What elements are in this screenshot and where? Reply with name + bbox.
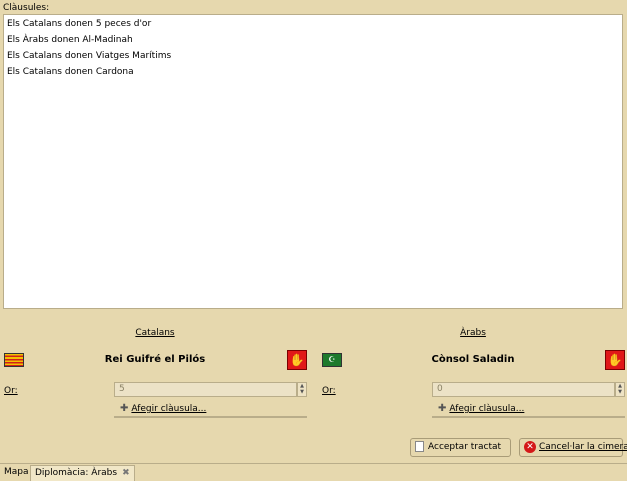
tab-map[interactable]: Mapa [0,465,33,481]
close-icon[interactable]: ✖ [122,468,130,478]
add-clause-label: Afegir clàusula... [131,404,207,414]
arab-flag-icon: ☪ [322,353,342,367]
catalan-flag-icon [4,353,24,367]
tab-label: Mapa [4,467,29,477]
right-nation-name: Àrabs [460,328,486,338]
left-add-clause-button[interactable]: ✚ Afegir clàusula... [114,401,307,418]
right-gold-label: Or: [322,386,336,396]
right-leader-name: Cònsol Saladin [431,354,515,365]
cancel-summit-button[interactable]: ✕ Cancel·lar la cimera [519,438,627,457]
list-item[interactable]: Els Catalans donen Viatges Marítims [4,48,622,64]
clauses-list[interactable]: Els Catalans donen 5 peces d'or Els Àrab… [3,14,623,309]
tab-label: Diplomàcia: Àrabs [35,468,118,478]
list-item[interactable]: Els Catalans donen Cardona [4,64,622,80]
plus-icon: ✚ [438,403,447,414]
accept-treaty-button[interactable]: Acceptar tractat [410,438,511,457]
thumbs-down-icon: ✋ [605,350,625,370]
plus-icon: ✚ [120,403,129,414]
right-add-clause-button[interactable]: ✚ Afegir clàusula... [432,401,625,418]
list-item[interactable]: Els Àrabs donen Al-Madinah [4,32,622,48]
cancel-icon: ✕ [524,440,536,453]
list-item[interactable]: Els Catalans donen 5 peces d'or [4,16,622,32]
thumbs-down-icon: ✋ [287,350,307,370]
tab-diplomacy[interactable]: Diplomàcia: Àrabs ✖ [30,465,135,481]
right-gold-stepper[interactable]: ▲ ▼ [615,382,625,397]
left-gold-stepper[interactable]: ▲ ▼ [297,382,307,397]
accept-label: Acceptar tractat [428,442,502,452]
left-leader-name: Rei Guifré el Pilós [104,354,206,365]
clauses-label: Clàusules: [3,3,50,13]
add-clause-label: Afegir clàusula... [449,404,525,414]
left-nation-name: Catalans [135,328,175,338]
left-gold-input[interactable]: 5 [114,382,297,397]
tab-bar: Mapa Diplomàcia: Àrabs ✖ [0,463,627,481]
document-icon [415,441,424,452]
right-gold-input[interactable]: 0 [432,382,615,397]
left-gold-label: Or: [4,386,18,396]
cancel-label: Cancel·lar la cimera [539,442,627,452]
